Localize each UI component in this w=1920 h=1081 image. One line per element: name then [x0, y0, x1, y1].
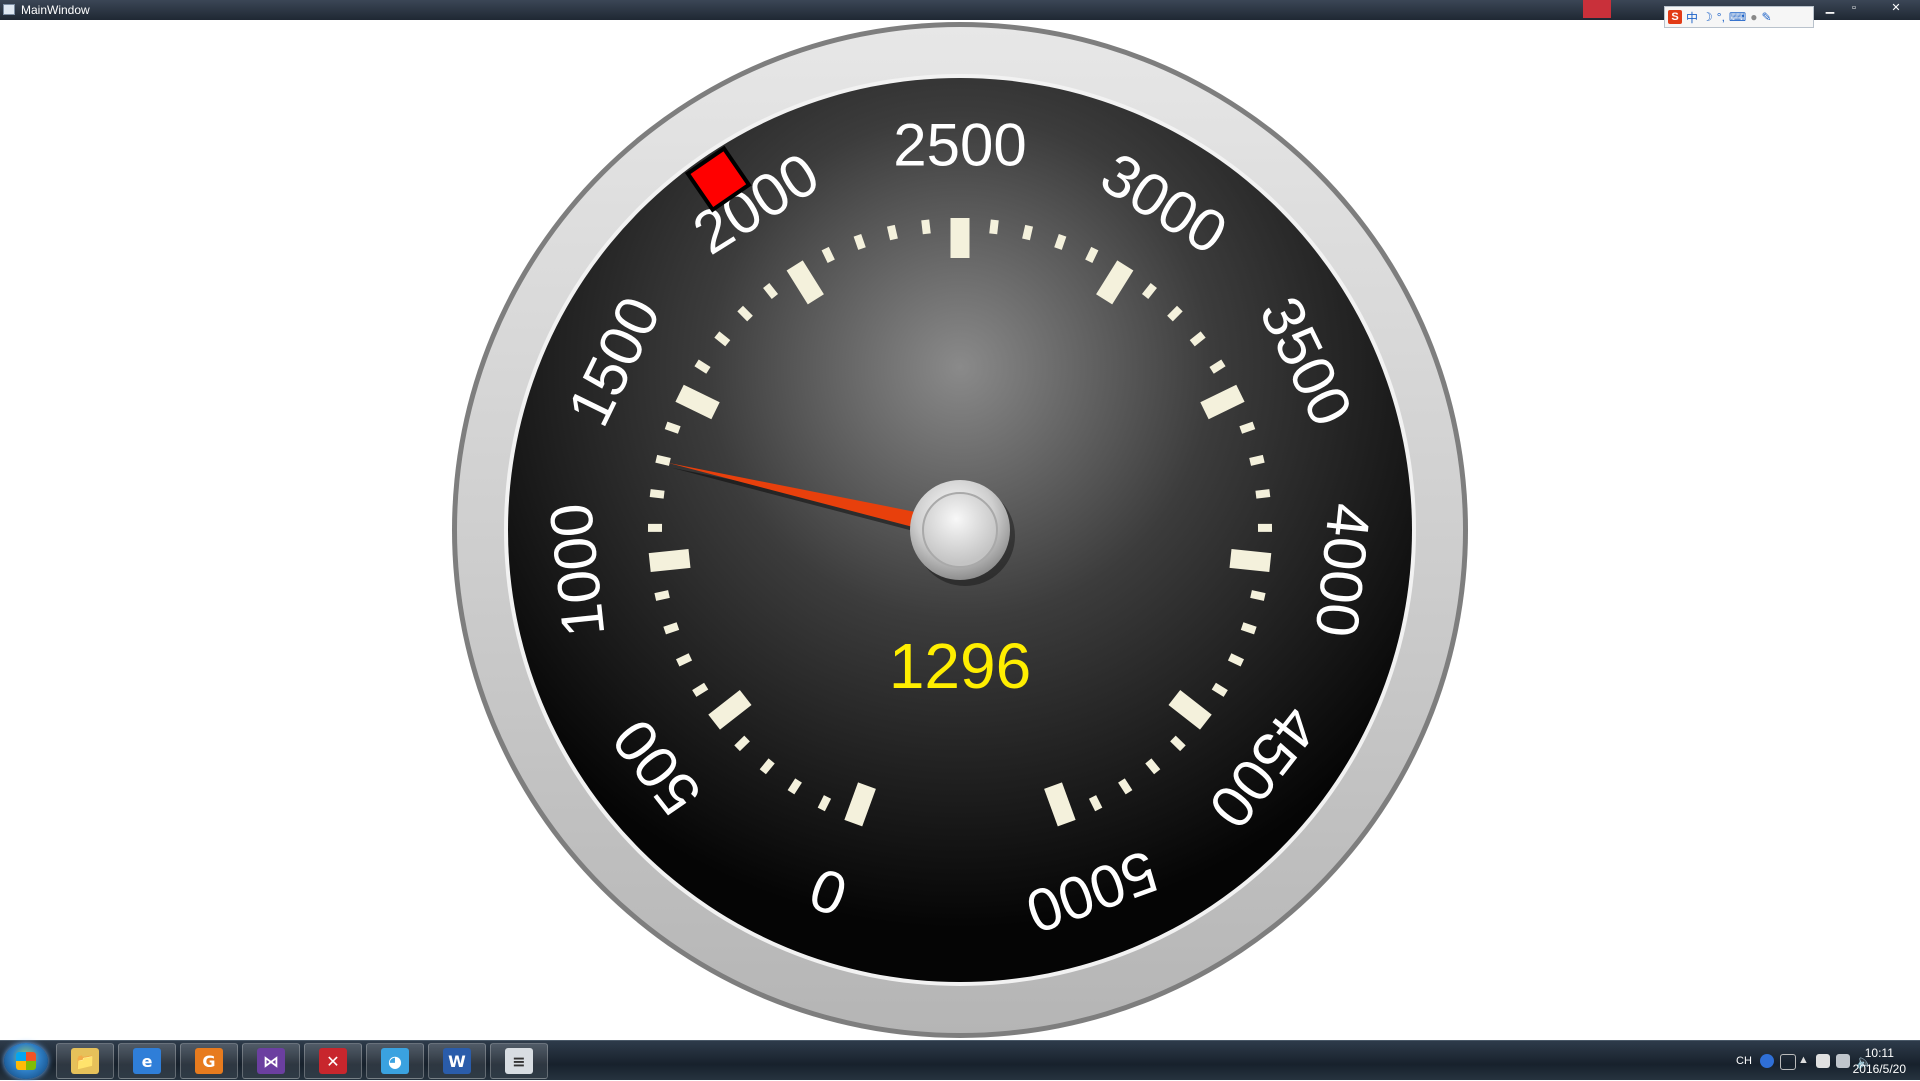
taskbar: 📁 e G ⋈ ✕ ◕ W ≡ CH ▲ 🔈 10:11 2016/5/20 — [0, 1040, 1920, 1080]
minor-tick — [925, 220, 927, 234]
action-center-flag-icon[interactable] — [1816, 1054, 1830, 1068]
major-tick — [853, 786, 867, 824]
window-title: MainWindow — [21, 3, 90, 17]
minor-tick — [825, 249, 831, 262]
minor-tick — [1250, 459, 1264, 462]
taskbar-app-button[interactable]: e — [118, 1043, 176, 1079]
minor-tick — [1058, 235, 1063, 248]
minor-tick — [1089, 249, 1095, 262]
chat-app-icon: ◕ — [381, 1048, 409, 1074]
minor-tick — [821, 797, 827, 810]
taskbar-app-button[interactable]: ◕ — [366, 1043, 424, 1079]
xmind-icon: ✕ — [319, 1048, 347, 1074]
network-status-icon[interactable] — [1780, 1054, 1796, 1070]
system-clock[interactable]: 10:11 2016/5/20 — [1853, 1045, 1906, 1077]
taskbar-app-button[interactable]: ≡ — [490, 1043, 548, 1079]
minor-tick — [678, 657, 691, 663]
show-hidden-icons-icon[interactable]: ▲ — [1798, 1054, 1812, 1068]
file-explorer-icon: 📁 — [71, 1048, 99, 1074]
minor-tick — [1230, 657, 1243, 663]
minor-tick — [1242, 626, 1255, 631]
minor-tick — [857, 235, 862, 248]
gauge-panel: 0500100015002000250030003500400045005000… — [0, 20, 1920, 1040]
window-title-bar: MainWindow S 中 ☽ °, ⌨ ● ✎ ▁ ▫ ✕ — [0, 0, 1920, 20]
notepad-icon: ≡ — [505, 1048, 533, 1074]
minor-tick — [665, 626, 678, 631]
minor-tick — [993, 220, 995, 234]
minor-tick — [666, 425, 679, 430]
major-tick — [650, 558, 690, 562]
taskbar-app-button[interactable]: ⋈ — [242, 1043, 300, 1079]
start-button[interactable] — [4, 1043, 48, 1079]
major-tick — [1231, 558, 1271, 562]
gauge-label: 1000 — [537, 500, 618, 640]
gauge-label: 2500 — [893, 112, 1026, 179]
minor-tick — [650, 493, 664, 495]
minor-tick — [655, 594, 669, 597]
clock-time: 10:11 — [1853, 1045, 1906, 1061]
word-icon: W — [443, 1048, 471, 1074]
minor-tick — [1093, 797, 1099, 810]
system-tray: CH ▲ 🔈 10:11 2016/5/20 — [1620, 1041, 1920, 1081]
minor-tick — [1256, 493, 1270, 495]
internet-explorer-icon: e — [133, 1048, 161, 1074]
visual-studio-icon: ⋈ — [257, 1048, 285, 1074]
window-app-icon[interactable] — [3, 4, 15, 15]
minor-tick — [1251, 594, 1265, 597]
minor-tick — [891, 226, 894, 240]
taskbar-app-button[interactable]: G — [180, 1043, 238, 1079]
foxit-pdf-icon: G — [195, 1048, 223, 1074]
rpm-gauge: 0500100015002000250030003500400045005000… — [0, 20, 1920, 1040]
background-window-tab[interactable] — [1583, 0, 1611, 18]
minor-tick — [1241, 425, 1254, 430]
minimize-button[interactable]: ▁ — [1819, 0, 1841, 18]
gauge-hub-cap — [923, 493, 997, 567]
clock-date: 2016/5/20 — [1853, 1061, 1906, 1077]
major-tick — [1053, 786, 1067, 824]
minor-tick — [1026, 226, 1029, 240]
gauge-label: 4000 — [1303, 500, 1384, 640]
minor-tick — [656, 459, 670, 462]
gauge-value-readout: 1296 — [889, 630, 1031, 702]
close-button[interactable]: ✕ — [1878, 0, 1914, 18]
network-icon[interactable] — [1836, 1054, 1850, 1068]
taskbar-app-button[interactable]: 📁 — [56, 1043, 114, 1079]
windows-logo-icon — [16, 1052, 36, 1070]
language-indicator[interactable]: CH — [1736, 1055, 1752, 1067]
taskbar-app-button[interactable]: W — [428, 1043, 486, 1079]
taskbar-app-button[interactable]: ✕ — [304, 1043, 362, 1079]
maximize-button[interactable]: ▫ — [1843, 0, 1865, 18]
help-icon[interactable] — [1760, 1054, 1774, 1068]
